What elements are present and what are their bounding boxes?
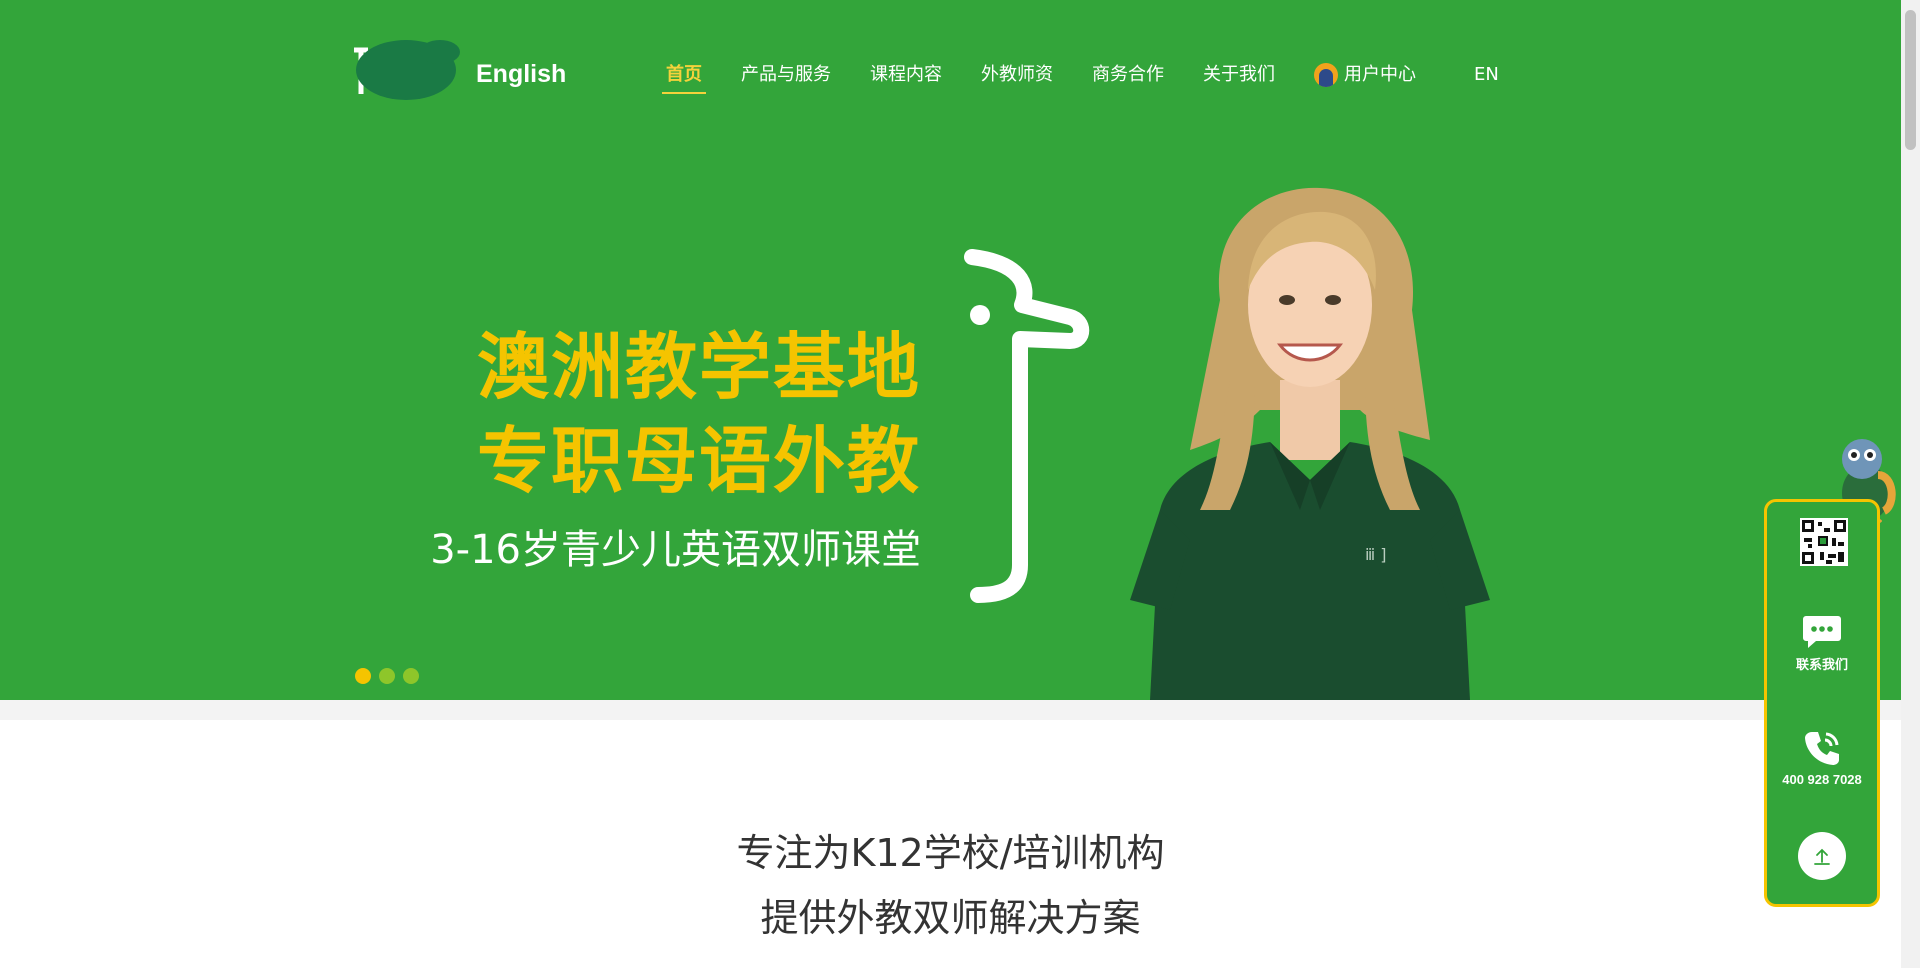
nav-teachers[interactable]: 外教师资 [971,56,1063,94]
section-divider [0,700,1901,720]
nav-label: 首页 [666,64,702,85]
headline-line-2: 专职母语外教 [476,419,921,503]
nav-label: EN [1474,64,1499,85]
language-switch[interactable]: EN [1464,56,1509,94]
contact-us-label: 联系我们 [1795,657,1848,672]
carousel-dot-1[interactable] [355,668,371,684]
nav-label: 课程内容 [870,64,942,85]
scrollbar-thumb[interactable] [1905,10,1916,150]
nav-products[interactable]: 产品与服务 [731,56,841,94]
qr-code-icon[interactable] [1800,518,1848,566]
nav-label: 商务合作 [1092,64,1164,85]
page-scrollbar[interactable] [1901,0,1920,968]
logo-mark-icon [354,40,460,100]
contact-side-panel: 联系我们 400 928 7028 [1764,499,1880,907]
intro-line-2: 提供外教双师解决方案 [760,896,1141,940]
svg-text:ⅲ ]: ⅲ ] [1365,545,1387,564]
banner-headline: 澳洲教学基地 专职母语外教 [401,320,921,508]
back-to-top-button[interactable] [1798,832,1846,880]
intro-line-1: 专注为K12学校/培训机构 [736,831,1165,875]
nav-label: 关于我们 [1203,64,1275,85]
teacher-photo: ⅲ ] [1130,187,1490,700]
phone-number: 400 928 7028 [1782,772,1862,787]
chat-bubble-icon [1803,616,1841,648]
main-nav: 首页 产品与服务 课程内容 外教师资 商务合作 关于我们 用户中心 EN [656,56,1528,96]
phone-icon [1805,732,1839,765]
logo-text: English [476,60,567,88]
site-logo[interactable]: English [350,32,566,112]
hero-banner: English 首页 产品与服务 课程内容 外教师资 商务合作 关于我们 用户中… [0,0,1901,700]
carousel-dot-3[interactable] [403,668,419,684]
headline-line-1: 澳洲教学基地 [476,325,921,409]
contact-us-button[interactable]: 联系我们 [1767,614,1877,673]
user-avatar-icon [1314,63,1338,87]
nav-about[interactable]: 关于我们 [1193,56,1285,94]
banner-subline: 3-16岁青少儿英语双师课堂 [430,527,921,573]
nav-label: 外教师资 [981,64,1053,85]
carousel-dots [355,668,419,684]
nav-business[interactable]: 商务合作 [1082,56,1174,94]
arrow-up-icon [1814,848,1830,865]
nav-user-center[interactable]: 用户中心 [1304,56,1426,94]
nav-home[interactable]: 首页 [656,56,712,94]
brand-hook-icon [964,249,1090,603]
phone-contact[interactable]: 400 928 7028 [1767,728,1877,787]
nav-label: 用户中心 [1344,64,1416,85]
nav-label: 产品与服务 [741,64,831,85]
carousel-dot-2[interactable] [379,668,395,684]
nav-courses[interactable]: 课程内容 [860,56,952,94]
